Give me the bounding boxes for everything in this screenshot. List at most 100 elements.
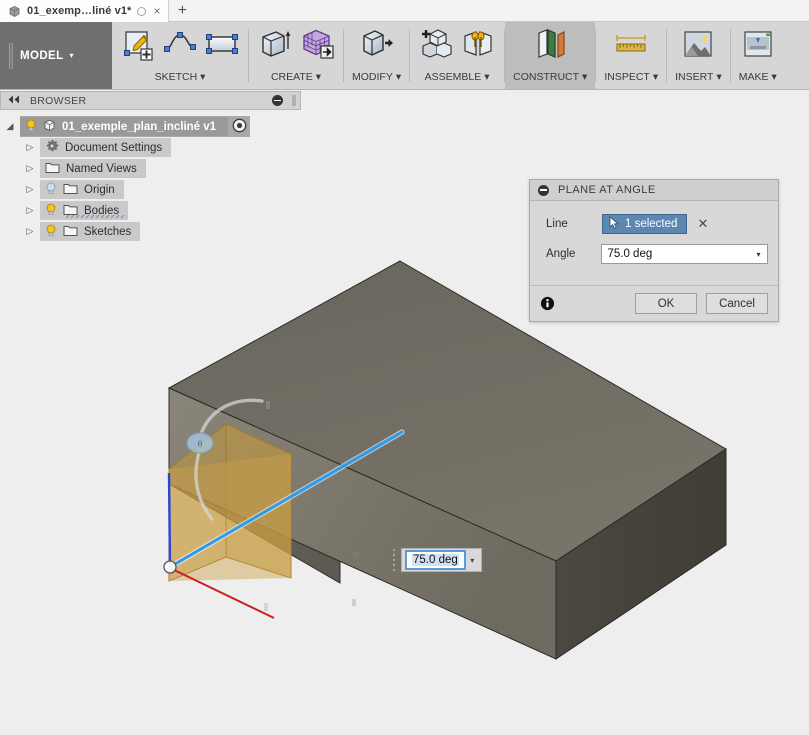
dialog-title: PLANE AT ANGLE (558, 184, 656, 196)
collapse-left-icon[interactable] (7, 95, 21, 107)
browser-item-pill[interactable]: Origin (40, 180, 124, 199)
document-tab[interactable]: 01_exemp…liné v1* × (0, 0, 170, 22)
line-label: Line (546, 218, 568, 230)
line-selection-value: 1 selected (625, 218, 678, 230)
dialog-title-bar[interactable]: PLANE AT ANGLE (530, 180, 778, 201)
panel-label-text: INSPECT (604, 71, 650, 83)
chevron-down-icon: ▾ (200, 71, 206, 83)
lightbulb-off-icon[interactable] (45, 182, 57, 198)
cube-icon (8, 5, 21, 18)
ribbon-panel-label-sketch[interactable]: SKETCH ▾ (155, 71, 206, 83)
info-icon[interactable] (540, 296, 555, 311)
browser-item-pill[interactable]: Named Views (40, 159, 146, 178)
press-pull-icon[interactable] (359, 26, 395, 62)
expander-icon[interactable]: ▷ (20, 205, 40, 216)
lightbulb-on-icon[interactable] (45, 224, 57, 240)
ok-button[interactable]: OK (635, 293, 697, 314)
panel-label-text: ASSEMBLE (424, 71, 482, 83)
angle-row: Angle 75.0 deg ▾ (546, 241, 768, 267)
svg-text:θ: θ (197, 439, 202, 449)
cancel-button[interactable]: Cancel (706, 293, 768, 314)
ribbon-panel-insert: INSERT ▾ (667, 22, 730, 89)
close-icon[interactable]: × (152, 5, 161, 17)
new-component-icon[interactable] (418, 26, 454, 62)
lightbulb-on-icon[interactable] (45, 203, 57, 219)
panel-label-text: INSERT (675, 71, 714, 83)
chevron-down-icon[interactable]: ▾ (750, 245, 767, 263)
browser-item-named-views[interactable]: ▷ Named Views (0, 158, 301, 179)
ribbon-panel-label-inspect[interactable]: INSPECT ▾ (604, 71, 658, 83)
line-endpoint-marker[interactable] (163, 560, 177, 574)
browser-item-pill[interactable]: Document Settings (40, 138, 172, 157)
ribbon-panel-label-make[interactable]: MAKE ▾ (739, 71, 777, 83)
chevron-down-icon[interactable]: ▾ (466, 556, 479, 565)
collapse-minus-icon[interactable] (538, 184, 549, 196)
canvas-angle-field[interactable]: 75.0 deg ▾ (392, 547, 482, 573)
plane-at-angle-dialog: PLANE AT ANGLE Line 1 selected ✕ Angle 7… (529, 179, 779, 322)
browser-item-label: Document Settings (65, 141, 163, 154)
browser-item-pill[interactable]: Bodies (40, 201, 129, 220)
expander-icon[interactable]: ▷ (20, 226, 40, 237)
new-tab-button[interactable]: + (169, 0, 196, 21)
browser-item-origin[interactable]: ▷ Origin (0, 179, 301, 200)
folder-icon (63, 224, 78, 240)
expander-icon[interactable]: ▷ (20, 142, 40, 153)
insert-image-icon[interactable] (680, 26, 716, 62)
ribbon-panel-label-modify[interactable]: MODIFY ▾ (352, 71, 401, 83)
joint-icon[interactable] (460, 26, 496, 62)
canvas-angle-value: 75.0 deg (412, 554, 459, 566)
chevron-down-icon: ▾ (315, 71, 322, 83)
canvas-angle-input[interactable]: 75.0 deg (405, 550, 466, 570)
spline-icon[interactable] (162, 26, 198, 62)
create-sketch-icon[interactable] (120, 26, 156, 62)
browser-item-sketches[interactable]: ▷ Sketches (0, 221, 301, 242)
drag-grip-icon[interactable] (392, 547, 398, 573)
measure-icon[interactable] (613, 26, 649, 62)
canvas-angle-box[interactable]: 75.0 deg ▾ (401, 548, 482, 572)
component-icon (43, 119, 56, 135)
browser-tree: ◢ 01_exemple_plan_incliné v1 ▷ Document … (0, 110, 301, 242)
select-cursor-icon (609, 215, 620, 232)
unsaved-circle-icon (137, 6, 147, 16)
ribbon-panel-make: MAKE ▾ (731, 22, 785, 89)
expander-icon[interactable]: ▷ (20, 163, 40, 174)
rectangle-icon[interactable] (204, 26, 240, 62)
folder-icon (45, 161, 60, 177)
3d-print-icon[interactable] (740, 26, 776, 62)
chevron-down-icon: ▾ (69, 51, 74, 60)
ribbon-panel-create: CREATE ▾ (249, 22, 343, 89)
box-primitive-icon[interactable] (299, 26, 335, 62)
panel-label-text: SKETCH (154, 71, 198, 83)
chevron-down-icon: ▾ (771, 71, 777, 83)
target-icon[interactable] (232, 118, 247, 136)
expander-icon[interactable]: ◢ (0, 121, 20, 132)
angle-input-value: 75.0 deg (607, 248, 653, 260)
expander-icon[interactable]: ▷ (20, 184, 40, 195)
clear-selection-icon[interactable]: ✕ (697, 216, 708, 232)
plane-at-angle-icon[interactable] (532, 26, 568, 62)
browser-item-bodies[interactable]: ▷ Bodies (0, 200, 301, 221)
browser-item-document-settings[interactable]: ▷ Document Settings (0, 137, 301, 158)
ribbon-panel-label-construct[interactable]: CONSTRUCT ▾ (513, 71, 587, 83)
chevron-down-icon: ▾ (484, 71, 490, 83)
ribbon-panel-label-assemble[interactable]: ASSEMBLE ▾ (425, 71, 490, 83)
browser-root-row[interactable]: ◢ 01_exemple_plan_incliné v1 (0, 116, 301, 137)
gear-icon (45, 139, 59, 156)
ribbon-panel-label-create[interactable]: CREATE ▾ (271, 71, 321, 83)
angle-input[interactable]: 75.0 deg ▾ (601, 244, 768, 264)
browser-item-label: Named Views (66, 162, 137, 175)
document-tab-title: 01_exemp…liné v1* (27, 5, 132, 17)
minimize-icon[interactable] (272, 95, 283, 106)
extrude-icon[interactable] (257, 26, 293, 62)
ribbon-panel-label-insert[interactable]: INSERT ▾ (675, 71, 722, 83)
line-selection-button[interactable]: 1 selected (602, 214, 688, 234)
resize-grip-icon[interactable] (292, 95, 296, 106)
browser-root-item[interactable]: 01_exemple_plan_incliné v1 (20, 117, 229, 136)
panel-label-text: CREATE (270, 71, 313, 83)
chevron-down-icon: ▾ (652, 71, 659, 83)
workspace-switcher[interactable]: MODEL ▾ (0, 22, 112, 89)
angle-label: Angle (546, 248, 576, 260)
browser-item-pill[interactable]: Sketches (40, 222, 141, 241)
line-selection-row: Line 1 selected ✕ (546, 211, 768, 237)
lightbulb-on-icon[interactable] (25, 119, 37, 135)
